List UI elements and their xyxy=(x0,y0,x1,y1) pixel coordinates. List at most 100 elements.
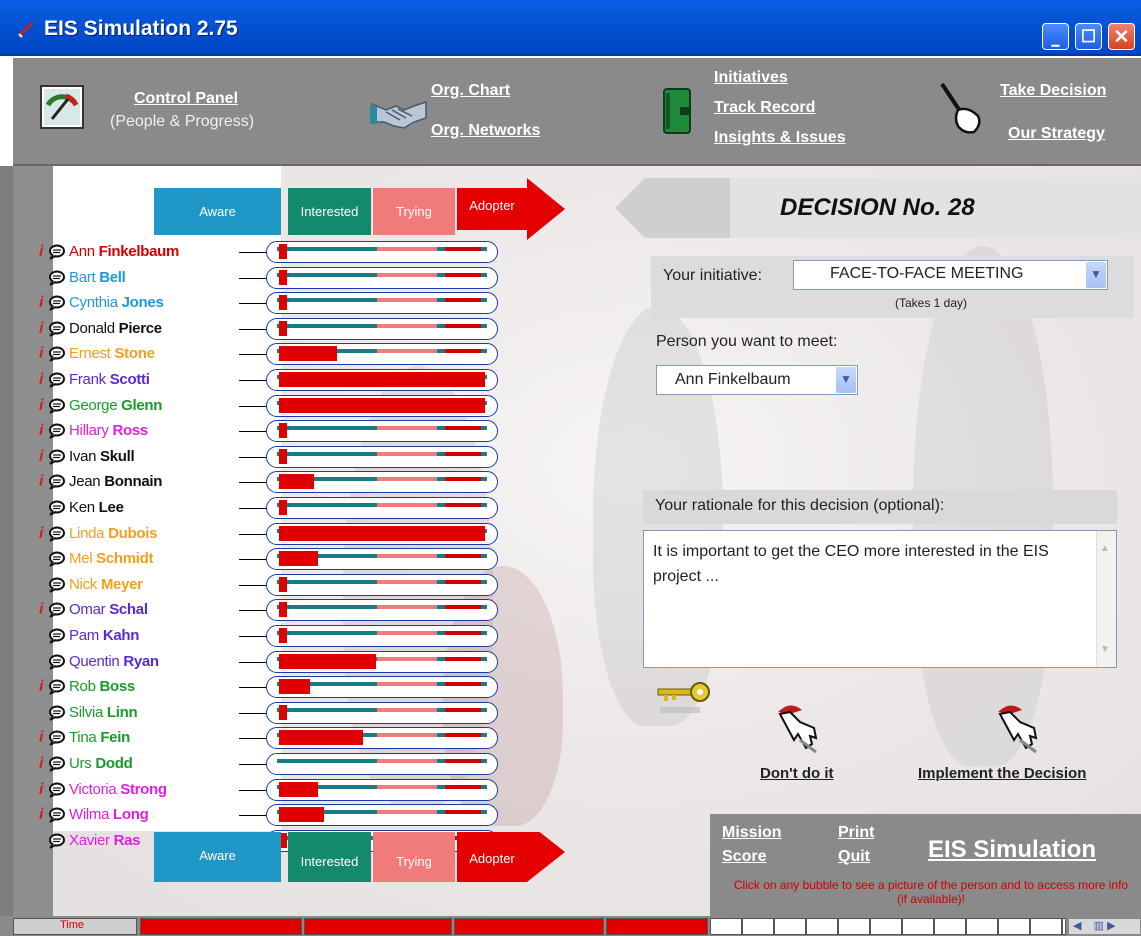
progress-bar[interactable] xyxy=(266,317,498,340)
progress-bar[interactable] xyxy=(266,778,498,801)
speech-bubble-icon[interactable] xyxy=(47,474,65,491)
person-name[interactable]: Omar Schal xyxy=(69,599,148,621)
speech-bubble-icon[interactable] xyxy=(47,833,65,849)
person-row[interactable]: i Tina Fein xyxy=(13,726,513,750)
person-name[interactable]: Pam Kahn xyxy=(69,625,139,647)
progress-bar[interactable] xyxy=(266,369,498,391)
person-name[interactable]: Hillary Ross xyxy=(69,420,148,442)
person-row[interactable]: Pam Kahn xyxy=(13,624,513,648)
initiative-select[interactable]: FACE-TO-FACE MEETING ▼ xyxy=(793,260,1108,290)
gauge-icon[interactable] xyxy=(40,85,84,129)
person-row[interactable]: i Ernest Stone xyxy=(13,342,513,366)
person-name[interactable]: Ann Finkelbaum xyxy=(69,241,179,263)
speech-bubble-icon[interactable] xyxy=(47,372,65,388)
info-icon[interactable]: i xyxy=(39,243,47,261)
person-name[interactable]: Rob Boss xyxy=(69,676,135,698)
progress-bar[interactable] xyxy=(266,266,498,289)
person-select[interactable]: Ann Finkelbaum ▼ xyxy=(656,365,858,395)
info-icon[interactable]: i xyxy=(39,729,47,747)
speech-bubble-icon[interactable] xyxy=(47,730,65,747)
info-icon[interactable]: i xyxy=(39,320,47,338)
progress-bar[interactable] xyxy=(266,676,498,699)
maximize-button[interactable]: ☐ xyxy=(1075,23,1102,50)
person-row[interactable]: i Ann Finkelbaum xyxy=(13,240,513,264)
pointing-hand-icon[interactable] xyxy=(938,82,986,136)
progress-bar[interactable] xyxy=(266,727,498,750)
person-row[interactable]: i Donald Pierce xyxy=(13,317,513,341)
speech-bubble-icon[interactable] xyxy=(47,346,65,363)
person-name[interactable]: Cynthia Jones xyxy=(69,292,164,314)
initiatives-link[interactable]: Initiatives xyxy=(714,69,788,87)
rationale-textarea[interactable]: It is important to get the CEO more inte… xyxy=(643,530,1117,668)
person-name[interactable]: Wilma Long xyxy=(69,804,149,826)
person-row[interactable]: i Rob Boss xyxy=(13,675,513,699)
speech-bubble-icon[interactable] xyxy=(47,295,65,311)
person-row[interactable]: Silvia Linn xyxy=(13,701,513,725)
progress-bar[interactable] xyxy=(266,241,498,263)
implement-hand-icon[interactable] xyxy=(990,700,1050,758)
speech-bubble-icon[interactable] xyxy=(47,782,65,798)
speech-bubble-icon[interactable] xyxy=(47,500,65,516)
speech-bubble-icon[interactable] xyxy=(47,551,65,567)
person-name[interactable]: Quentin Ryan xyxy=(69,651,159,673)
progress-bar[interactable] xyxy=(266,599,498,622)
person-row[interactable]: i Ivan Skull xyxy=(13,445,513,469)
person-name[interactable]: Frank Scotti xyxy=(69,369,150,391)
person-name[interactable]: Donald Pierce xyxy=(69,318,162,340)
dont-do-it-button[interactable]: Don't do it xyxy=(760,765,834,782)
speech-bubble-icon[interactable] xyxy=(47,577,65,593)
person-row[interactable]: Bart Bell xyxy=(13,266,513,290)
person-name[interactable]: Nick Meyer xyxy=(69,574,143,596)
speech-bubble-icon[interactable] xyxy=(47,628,65,644)
speech-bubble-icon[interactable] xyxy=(47,807,65,823)
speech-bubble-icon[interactable] xyxy=(47,679,65,695)
person-name[interactable]: Mel Schmidt xyxy=(69,548,154,570)
progress-bar[interactable] xyxy=(266,497,498,519)
person-row[interactable]: i George Glenn xyxy=(13,394,513,418)
person-row[interactable]: Quentin Ryan xyxy=(13,650,513,674)
speech-bubble-icon[interactable] xyxy=(47,270,65,286)
progress-bar[interactable] xyxy=(266,625,498,647)
info-icon[interactable]: i xyxy=(39,806,47,824)
progress-bar[interactable] xyxy=(266,420,498,443)
person-name[interactable]: Jean Bonnain xyxy=(69,471,162,493)
org-networks-link[interactable]: Org. Networks xyxy=(431,122,540,140)
person-row[interactable]: i Hillary Ross xyxy=(13,419,513,443)
implement-decision-button[interactable]: Implement the Decision xyxy=(918,765,1086,782)
speech-bubble-icon[interactable] xyxy=(47,244,65,260)
our-strategy-link[interactable]: Our Strategy xyxy=(1008,125,1105,143)
score-link[interactable]: Score xyxy=(722,848,766,866)
binder-icon[interactable] xyxy=(662,87,692,135)
person-name[interactable]: Bart Bell xyxy=(69,267,126,289)
progress-bar[interactable] xyxy=(266,471,498,494)
progress-bar[interactable] xyxy=(266,445,498,468)
speech-bubble-icon[interactable] xyxy=(47,423,65,439)
person-row[interactable]: Nick Meyer xyxy=(13,573,513,597)
close-button[interactable]: ✕ xyxy=(1108,23,1135,50)
print-link[interactable]: Print xyxy=(838,824,874,842)
dont-hand-icon[interactable] xyxy=(770,700,830,758)
info-icon[interactable]: i xyxy=(39,601,47,619)
person-name[interactable]: Ivan Skull xyxy=(69,446,135,468)
progress-bar[interactable] xyxy=(266,522,498,545)
handshake-icon[interactable] xyxy=(370,96,428,132)
textarea-scrollbar[interactable]: ▲ ▼ xyxy=(1096,531,1116,667)
person-name[interactable]: Ken Lee xyxy=(69,497,124,519)
info-icon[interactable]: i xyxy=(39,422,47,440)
mission-link[interactable]: Mission xyxy=(722,824,782,842)
info-icon[interactable]: i xyxy=(39,448,47,466)
info-icon[interactable]: i xyxy=(39,525,47,543)
progress-bar[interactable] xyxy=(266,548,498,571)
person-name[interactable]: Xavier Ras xyxy=(69,830,141,852)
speech-bubble-icon[interactable] xyxy=(47,398,65,414)
info-icon[interactable]: i xyxy=(39,345,47,363)
person-row[interactable]: i Wilma Long xyxy=(13,803,513,827)
minimize-button[interactable]: ▁ xyxy=(1042,23,1069,50)
info-icon[interactable]: i xyxy=(39,678,47,696)
quit-link[interactable]: Quit xyxy=(838,848,870,866)
info-icon[interactable]: i xyxy=(39,473,47,491)
info-icon[interactable]: i xyxy=(39,397,47,415)
person-name[interactable]: Tina Fein xyxy=(69,727,130,749)
progress-bar[interactable] xyxy=(266,343,498,366)
person-row[interactable]: i Cynthia Jones xyxy=(13,291,513,315)
